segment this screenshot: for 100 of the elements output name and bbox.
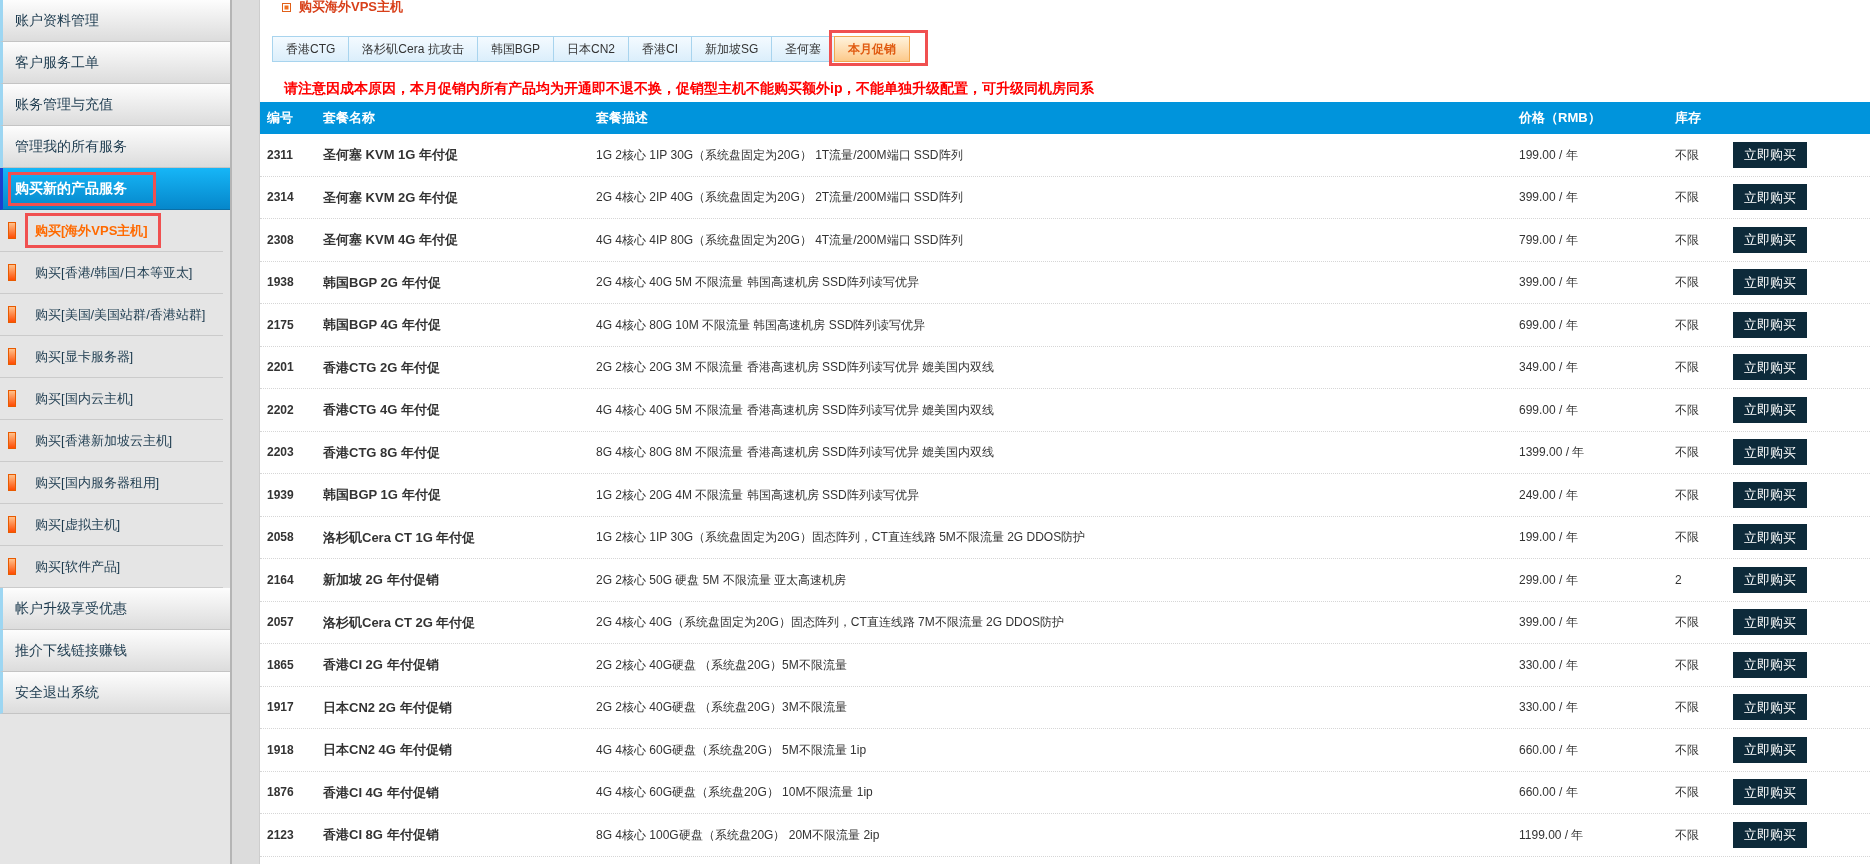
buy-button[interactable]: 立即购买 xyxy=(1733,566,1807,593)
table-cell-text: 不限 xyxy=(1675,741,1700,759)
sidebar-item[interactable]: 安全退出系统 xyxy=(0,672,230,714)
buy-button[interactable]: 立即购买 xyxy=(1733,609,1807,636)
bullet-icon xyxy=(8,474,16,491)
buy-button[interactable]: 立即购买 xyxy=(1733,141,1807,168)
bullet-icon xyxy=(8,432,16,449)
table-cell-text: 不限 xyxy=(1675,231,1700,249)
sidebar-subitem[interactable]: 购买[香港新加坡云主机] xyxy=(0,420,223,462)
tab[interactable]: 香港CTG xyxy=(272,36,350,62)
sidebar-item[interactable]: 账务管理与充值 xyxy=(0,84,230,126)
table-cell-text: 4G 4核心 4IP 80G（系统盘固定为20G） 4T流量/200M端口 SSD阵列 xyxy=(596,231,964,249)
sidebar-item[interactable]: 帐户升级享受优惠 xyxy=(0,588,230,630)
table-cell-text: 新加坡 2G 年付促销 xyxy=(323,571,440,589)
table-cell-text: 399.00 / 年 xyxy=(1519,614,1579,632)
table-cell-text: 1939 xyxy=(266,486,295,504)
table-cell-text: 330.00 / 年 xyxy=(1519,699,1579,717)
table-cell-text: 洛杉矶Cera CT 2G 年付促 xyxy=(323,613,477,632)
table-cell-text: 799.00 / 年 xyxy=(1519,231,1579,249)
buy-button[interactable]: 立即购买 xyxy=(1733,694,1807,721)
table-cell-text: 1918 xyxy=(266,741,295,759)
table-cell-text: 韩国BGP 4G 年付促 xyxy=(323,316,442,334)
table-cell-text: 249.00 / 年 xyxy=(1519,486,1579,504)
sidebar-item[interactable]: 客户服务工单 xyxy=(0,42,230,84)
table-cell-text: 1938 xyxy=(266,274,295,292)
column-header: 编号 xyxy=(266,109,294,128)
table-cell-text: 330.00 / 年 xyxy=(1519,656,1579,674)
tab[interactable]: 新加坡SG xyxy=(691,36,773,62)
table-cell-text: 香港CI 8G 年付促销 xyxy=(323,826,440,844)
table-cell-text: 2G 4核心 40G（系统盘固定为20G）固态阵列，CT直连线路 7M不限流量 2G DDOS防护 xyxy=(596,614,1066,632)
bullet-icon xyxy=(8,558,16,575)
sidebar-item[interactable]: 管理我的所有服务 xyxy=(0,126,230,168)
sidebar-subitem[interactable]: 购买[虚拟主机] xyxy=(0,504,223,546)
table-cell-text: 香港CTG 8G 年付促 xyxy=(323,443,441,462)
table-cell-text: 不限 xyxy=(1675,189,1700,207)
sidebar-subitem[interactable]: 购买[美国/美国站群/香港站群] xyxy=(0,294,223,336)
table-cell-text: 699.00 / 年 xyxy=(1519,401,1579,419)
bullet-icon xyxy=(8,516,16,533)
table-cell-text: 不限 xyxy=(1675,699,1700,717)
sidebar-item[interactable]: 推介下线链接赚钱 xyxy=(0,630,230,672)
table-cell-text: 399.00 / 年 xyxy=(1519,189,1579,207)
table-cell-text: 香港CTG 2G 年付促 xyxy=(323,358,441,377)
table-cell-text: 2057 xyxy=(266,614,295,632)
table-cell-text: 不限 xyxy=(1675,316,1700,334)
buy-button[interactable]: 立即购买 xyxy=(1733,354,1807,381)
buy-button[interactable]: 立即购买 xyxy=(1733,821,1807,848)
buy-button[interactable]: 立即购买 xyxy=(1733,226,1807,253)
column-header: 库存 xyxy=(1675,109,1702,128)
table-cell-text: 2G 4核心 40G 5M 不限流量 韩国高速机房 SSD阵列读写优异 xyxy=(596,274,920,292)
buy-button[interactable]: 立即购买 xyxy=(1733,396,1807,423)
table-cell-text: 199.00 / 年 xyxy=(1519,529,1579,547)
notice-text: 请注意因成本原因，本月促销内所有产品均为开通即不退不换，促销型主机不能购买额外ip，不能单独升级配置，可升级同机房同系 xyxy=(284,79,1096,98)
table-cell-text: 4G 4核心 40G 5M 不限流量 香港高速机房 SSD阵列读写优异 媲美国内双线 xyxy=(596,401,996,419)
table-cell-text: 2G 2核心 50G 硬盘 5M 不限流量 亚太高速机房 xyxy=(596,571,848,589)
table-cell-text: 洛杉矶Cera CT 1G 年付促 xyxy=(323,528,477,547)
sidebar-subitem[interactable]: 购买[显卡服务器] xyxy=(0,336,223,378)
table-cell-text: 2175 xyxy=(266,316,295,334)
table-cell-text: 1865 xyxy=(266,656,295,674)
buy-button[interactable]: 立即购买 xyxy=(1733,651,1807,678)
table-cell-text: 日本CN2 4G 年付促销 xyxy=(323,741,453,759)
buy-button[interactable]: 立即购买 xyxy=(1733,269,1807,296)
column-header: 套餐名称 xyxy=(323,109,376,128)
sidebar-item[interactable]: 账户资料管理 xyxy=(0,0,230,42)
buy-button[interactable]: 立即购买 xyxy=(1733,481,1807,508)
buy-button[interactable]: 立即购买 xyxy=(1733,779,1807,806)
table-cell-text: 不限 xyxy=(1675,359,1700,377)
table-cell-text: 圣何塞 KVM 4G 年付促 xyxy=(323,231,460,249)
tab[interactable]: 洛杉矶Cera 抗攻击 xyxy=(348,36,478,62)
tab[interactable]: 日本CN2 xyxy=(553,36,630,62)
sidebar-subitem[interactable]: 购买[国内服务器租用] xyxy=(0,462,223,504)
sidebar-subitem[interactable]: 购买[香港/韩国/日本等亚太] xyxy=(0,252,223,294)
buy-button[interactable]: 立即购买 xyxy=(1733,524,1807,551)
table-cell-text: 不限 xyxy=(1675,826,1700,844)
table-cell-text: 2G 2核心 40G硬盘 （系统盘20G）3M不限流量 xyxy=(596,699,848,717)
buy-button[interactable]: 立即购买 xyxy=(1733,736,1807,763)
table-cell-text: 2308 xyxy=(266,231,295,249)
table-cell-text: 660.00 / 年 xyxy=(1519,784,1579,802)
table-cell-text: 1G 2核心 1IP 30G（系统盘固定为20G）固态阵列，CT直连线路 5M不限流量 2G DDOS防护 xyxy=(596,529,1087,547)
table-cell-text: 4G 4核心 60G硬盘（系统盘20G） 10M不限流量 1ip xyxy=(596,784,874,802)
tab[interactable]: 韩国BGP xyxy=(476,36,555,62)
column-header: 价格（RMB） xyxy=(1519,109,1602,128)
buy-button[interactable]: 立即购买 xyxy=(1733,311,1807,338)
buy-button[interactable]: 立即购买 xyxy=(1733,184,1807,211)
table-cell-text: 圣何塞 KVM 1G 年付促 xyxy=(323,146,460,164)
table-cell-text: 2203 xyxy=(266,444,295,462)
table-cell-text: 699.00 / 年 xyxy=(1519,316,1579,334)
table-cell-text: 圣何塞 KVM 2G 年付促 xyxy=(323,188,460,207)
table-cell-text: 2058 xyxy=(266,529,295,547)
table-cell-text: 不限 xyxy=(1675,529,1700,547)
sidebar-subitem[interactable]: 购买[国内云主机] xyxy=(0,378,223,420)
buy-button[interactable]: 立即购买 xyxy=(1733,439,1807,466)
table-cell-text: 1917 xyxy=(266,699,295,717)
table-cell-text: 1399.00 / 年 xyxy=(1519,444,1586,462)
table-cell-text: 349.00 / 年 xyxy=(1519,359,1579,377)
bullet-icon xyxy=(8,222,16,239)
table-cell-text: 4G 4核心 80G 10M 不限流量 韩国高速机房 SSD阵列读写优异 xyxy=(596,316,927,334)
tab[interactable]: 圣何塞 xyxy=(771,36,836,62)
tab[interactable]: 香港CI xyxy=(628,36,693,62)
table-cell-text: 不限 xyxy=(1675,614,1700,632)
table-cell-text: 2314 xyxy=(266,189,295,207)
